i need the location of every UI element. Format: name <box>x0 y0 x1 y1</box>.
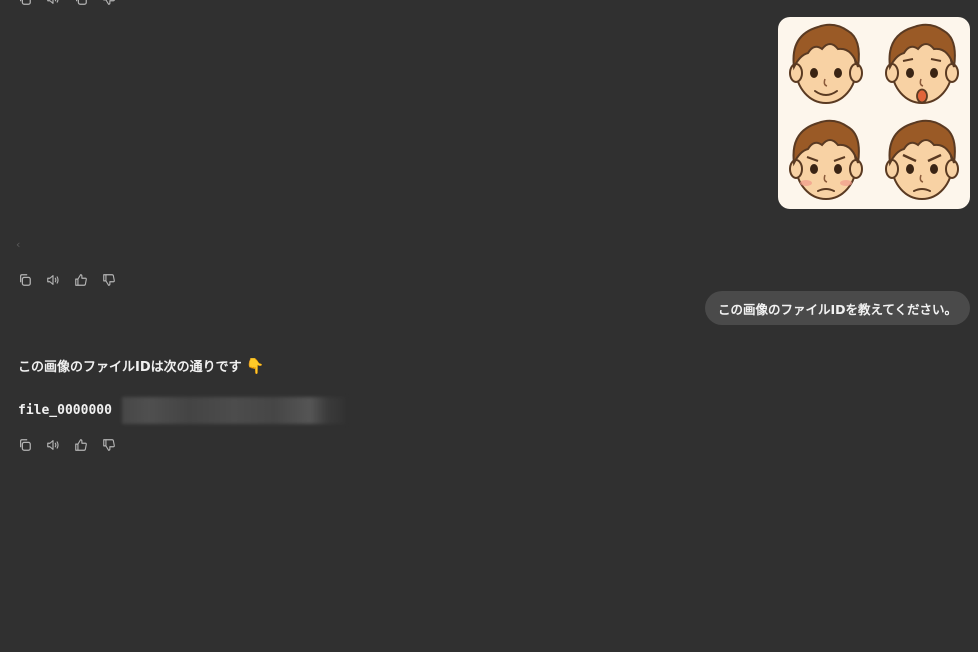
copy-icon[interactable] <box>18 273 32 287</box>
chevron-left-icon[interactable]: ‹ <box>16 238 20 251</box>
message-actions <box>18 273 116 287</box>
copy-icon[interactable] <box>18 0 32 6</box>
copy-icon[interactable] <box>74 0 88 6</box>
file-id-text: file_0000000 <box>18 403 112 418</box>
assistant-intro-text: この画像のファイルIDは次の通りです <box>18 360 242 375</box>
user-message-text: この画像のファイルIDを教えてください。 <box>717 301 957 317</box>
thumbs-up-icon[interactable] <box>74 438 88 452</box>
user-message-bubble: この画像のファイルIDを教えてください。 <box>704 291 970 325</box>
thumbs-down-icon[interactable] <box>102 0 116 6</box>
message-actions <box>18 438 116 452</box>
speaker-icon[interactable] <box>46 0 60 6</box>
redacted-file-id <box>122 397 346 424</box>
speaker-icon[interactable] <box>46 438 60 452</box>
copy-icon[interactable] <box>18 438 32 452</box>
uploaded-image[interactable] <box>778 17 970 209</box>
thumbs-up-icon[interactable] <box>74 273 88 287</box>
assistant-message-intro: この画像のファイルIDは次の通りです 👇 <box>18 356 265 376</box>
pointing-down-emoji: 👇 <box>245 356 265 375</box>
thumbs-down-icon[interactable] <box>102 273 116 287</box>
thumbs-down-icon[interactable] <box>102 438 116 452</box>
previous-message-actions <box>18 0 116 6</box>
speaker-icon[interactable] <box>46 273 60 287</box>
